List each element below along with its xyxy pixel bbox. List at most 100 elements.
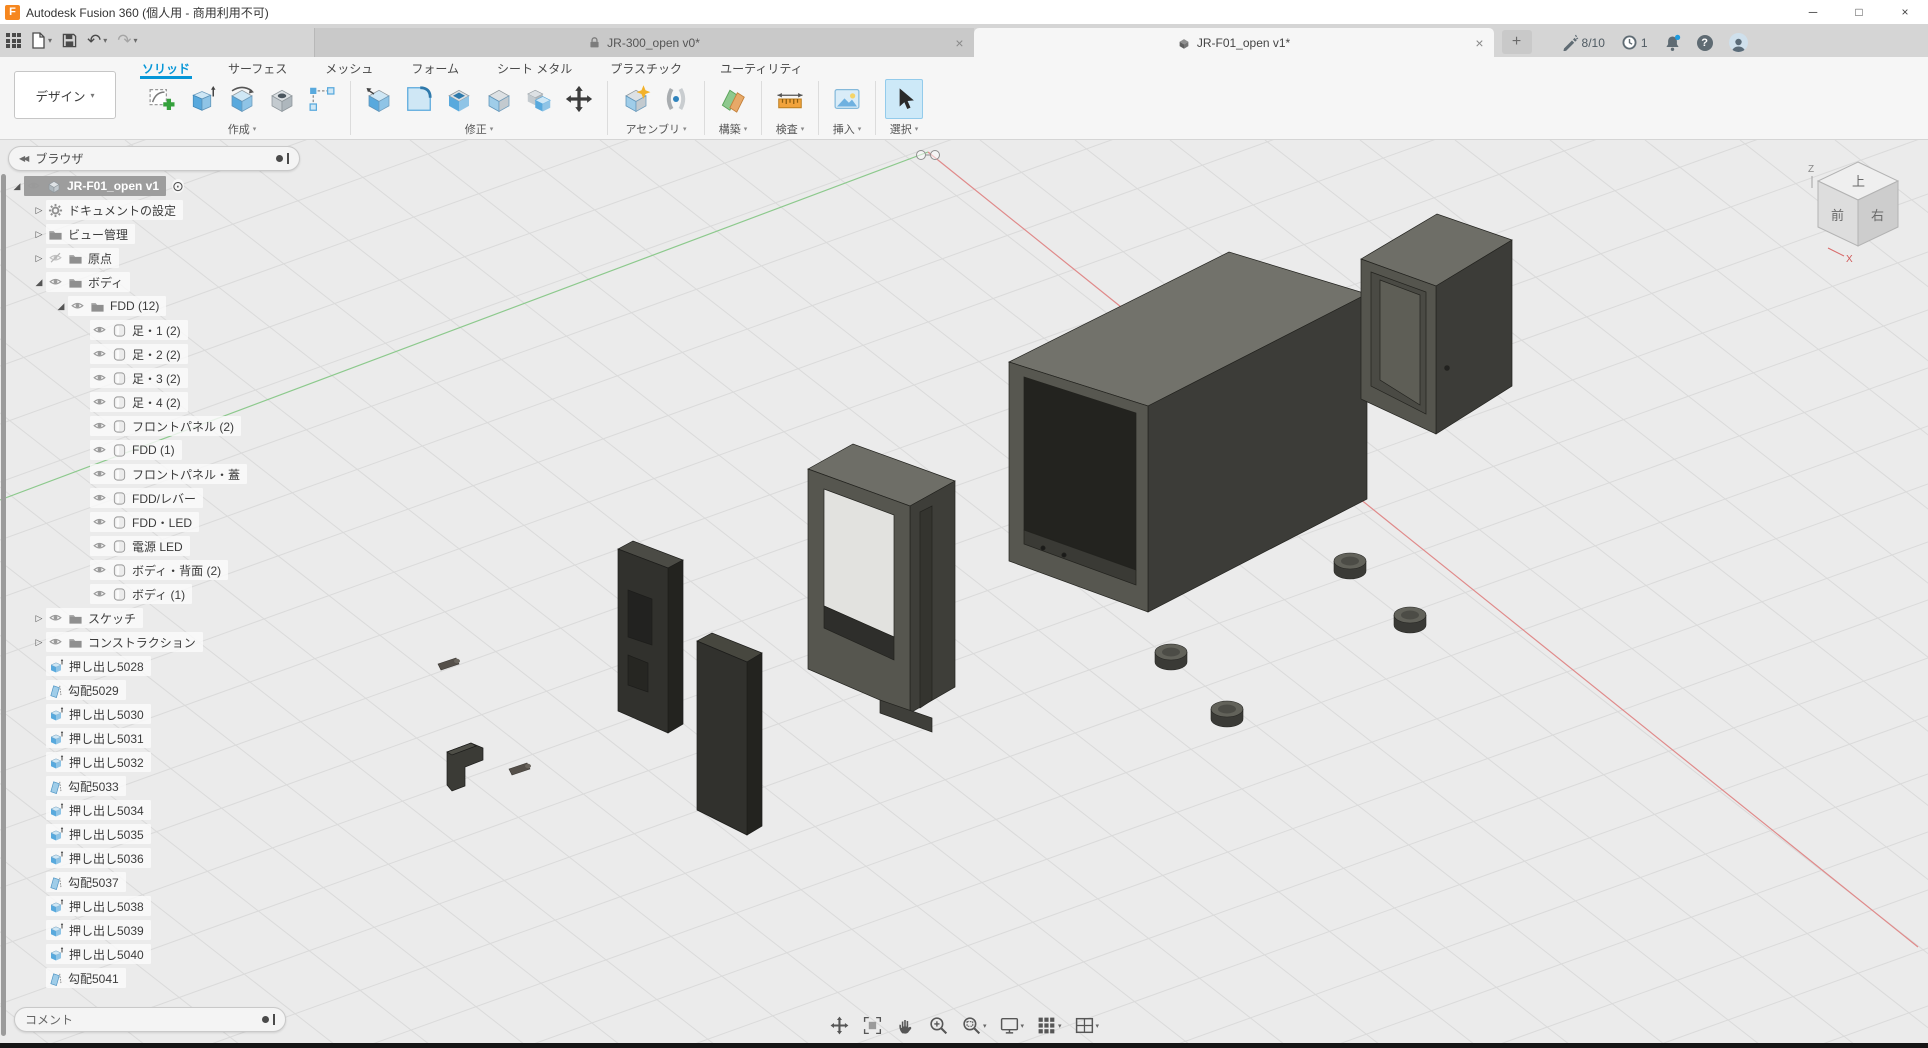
visibility-eye-icon[interactable] [92,324,107,337]
ribbon-group-label[interactable]: アセンブリ▾ [626,121,687,137]
browser-scrollbar[interactable] [1,174,6,1036]
browser-item[interactable]: 押し出し5028 [10,654,247,678]
ribbon-group-label[interactable]: 構築▾ [719,121,748,137]
hole-tool-button[interactable] [263,79,301,119]
ribbon-tab-メッシュ[interactable]: メッシュ [323,59,375,79]
browser-item[interactable]: ▷スケッチ [10,606,247,630]
notifications-button[interactable]: 1 [1621,34,1648,51]
body-foot[interactable] [1394,607,1426,633]
body-lever-bracket[interactable] [447,743,483,791]
visibility-eye-icon[interactable] [48,276,63,289]
tab-close-icon[interactable]: × [1475,35,1483,51]
body-panel-a[interactable] [618,541,683,733]
alerts-button[interactable] [1664,34,1681,52]
undo-button[interactable]: ↶ ▾ [87,31,107,51]
visibility-eye-icon[interactable] [92,372,107,385]
expander-icon[interactable]: ▷ [32,637,46,648]
document-tab-JR-F01_open-v1-[interactable]: JR-F01_open v1* × [974,28,1494,57]
body-foot[interactable] [1211,701,1243,727]
workspace-selector[interactable]: デザイン ▾ [14,71,116,119]
visibility-eye-icon[interactable] [92,396,107,409]
body-foot[interactable] [1334,553,1366,579]
visibility-eye-icon[interactable] [26,180,41,193]
ribbon-group-label[interactable]: 選択▾ [890,121,919,137]
browser-item[interactable]: 足・2 (2) [10,342,247,366]
browser-item[interactable]: ◢JR-F01_open v1⊙ [10,174,247,198]
visibility-eye-icon[interactable] [92,492,107,505]
ribbon-tab-シート メタル[interactable]: シート メタル [495,59,574,79]
browser-item[interactable]: 勾配5037 [10,870,247,894]
body-front-bezel[interactable] [808,444,955,732]
browser-item[interactable]: ◢ボディ [10,270,247,294]
ribbon-group-label[interactable]: 修正▾ [465,121,494,137]
file-menu-button[interactable]: ▾ [31,32,52,49]
measure-tool-button[interactable] [771,79,809,119]
ribbon-tab-ソリッド[interactable]: ソリッド [140,59,192,79]
redo-button[interactable]: ↷ ▾ [117,31,137,51]
zoom-button[interactable] [924,1013,953,1038]
document-tab-JR-300_open-v0-[interactable]: JR-300_open v0* × [314,28,974,57]
browser-item[interactable]: フロントパネル・蓋 [10,462,247,486]
ribbon-tab-プラスチック[interactable]: プラスチック [608,59,684,79]
insert-tool-button[interactable] [828,79,866,119]
body-rear-frame[interactable] [1361,214,1512,434]
browser-item[interactable]: 押し出し5034 [10,798,247,822]
construction-plane-tool-button[interactable] [714,79,752,119]
body-pin-2[interactable] [509,763,531,775]
expander-icon[interactable]: ◢ [10,181,24,192]
visibility-eye-icon[interactable] [92,348,107,361]
visibility-eye-icon[interactable] [92,564,107,577]
visibility-eye-icon[interactable] [70,300,85,313]
create-sketch-tool-button[interactable] [143,79,181,119]
ribbon-tab-サーフェス[interactable]: サーフェス [226,59,289,79]
panel-resize-bar-icon[interactable] [287,153,289,164]
navigate-button[interactable] [825,1013,854,1038]
visibility-eye-icon[interactable] [92,540,107,553]
ribbon-group-label[interactable]: 作成▾ [228,121,257,137]
activate-component-radio[interactable]: ⊙ [172,179,184,193]
expander-icon[interactable]: ▷ [32,205,46,216]
browser-item[interactable]: 押し出し5035 [10,822,247,846]
expander-icon[interactable]: ▷ [32,613,46,624]
help-button[interactable]: ? [1697,35,1713,51]
browser-item[interactable]: ◢FDD (12) [10,294,247,318]
comment-bar-icon[interactable] [273,1014,275,1025]
ribbon-group-label[interactable]: 挿入▾ [833,121,862,137]
ribbon-group-label[interactable]: 検査▾ [776,121,805,137]
expander-icon[interactable]: ◢ [32,277,46,288]
browser-item[interactable]: 押し出し5040 [10,942,247,966]
browser-item[interactable]: 押し出し5032 [10,750,247,774]
expander-icon[interactable]: ◢ [54,301,68,312]
expander-icon[interactable]: ▷ [32,253,46,264]
browser-item[interactable]: 足・4 (2) [10,390,247,414]
split-body-tool-button[interactable] [520,79,558,119]
select-tool-button[interactable] [885,79,923,119]
browser-item[interactable]: ボディ・背面 (2) [10,558,247,582]
user-avatar[interactable] [1729,33,1748,52]
viewports-button[interactable]: ▾ [1070,1013,1104,1038]
browser-item[interactable]: 押し出し5036 [10,846,247,870]
press-pull-tool-button[interactable] [360,79,398,119]
browser-item[interactable]: ▷ドキュメントの設定 [10,198,247,222]
visibility-eye-icon[interactable] [92,444,107,457]
browser-item[interactable]: 勾配5029 [10,678,247,702]
pan-button[interactable] [891,1013,920,1038]
tab-close-icon[interactable]: × [955,35,963,51]
browser-item[interactable]: FDD (1) [10,438,247,462]
revolve-tool-button[interactable] [223,79,261,119]
browser-item[interactable]: ▷原点 [10,246,247,270]
comment-dot-icon[interactable] [262,1016,269,1023]
visibility-eye-icon[interactable] [92,468,107,481]
display-settings-button[interactable]: ▾ [994,1013,1028,1038]
view-cube[interactable]: Z 上 前 右 X [1800,148,1920,268]
save-button[interactable] [62,33,77,48]
collapse-panel-icon[interactable]: ◀◀ [19,154,27,163]
browser-item[interactable]: フロントパネル (2) [10,414,247,438]
ribbon-tab-フォーム[interactable]: フォーム [409,59,461,79]
comment-input[interactable]: コメント [14,1007,286,1032]
browser-item[interactable]: 勾配5041 [10,966,247,990]
minimize-button[interactable]: ─ [1790,0,1836,24]
fillet-tool-button[interactable] [400,79,438,119]
browser-item[interactable]: 押し出し5030 [10,702,247,726]
pattern-tool-button[interactable] [303,79,341,119]
